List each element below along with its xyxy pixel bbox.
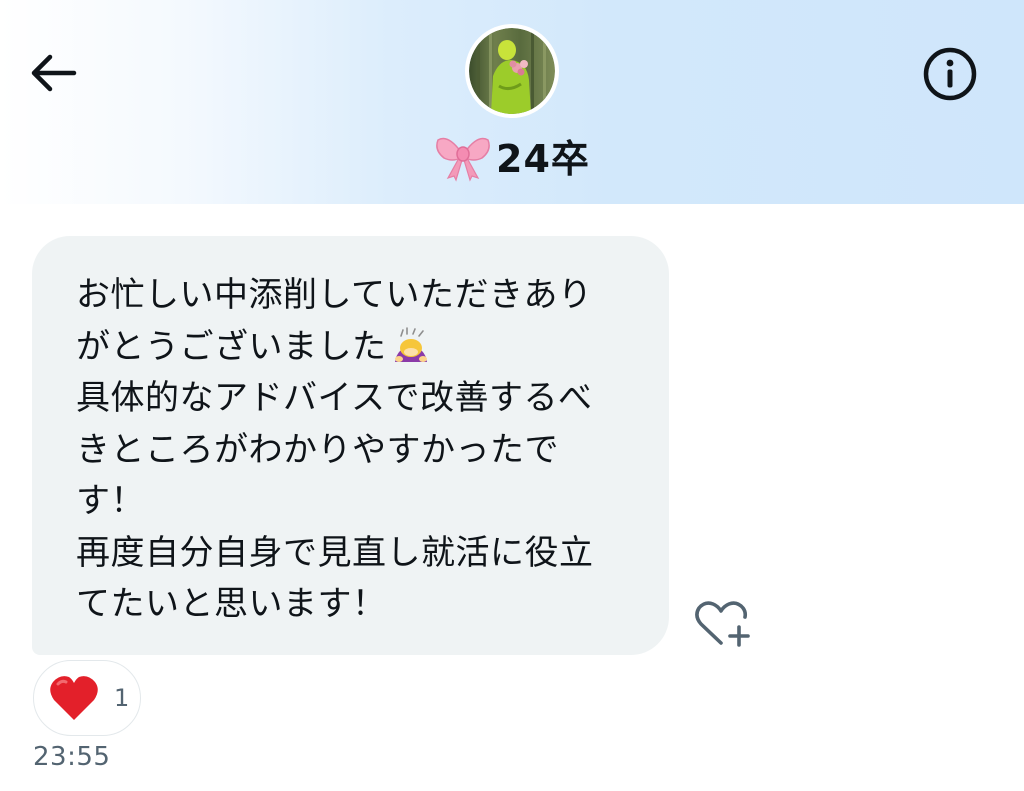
- user-avatar-image: [469, 28, 555, 114]
- conversation-info-button[interactable]: [918, 42, 982, 106]
- message-line: す！: [76, 481, 145, 521]
- message-timestamp: 23:55: [33, 742, 111, 772]
- back-button[interactable]: [22, 44, 84, 102]
- dm-conversation-screen: 24卒 お忙しい中添削していただきあり がとうございました 具体的なアドバイスで…: [0, 0, 1024, 791]
- conversation-header: 24卒: [0, 0, 1024, 204]
- message-line: 再度自分自身で見直し就活に役立: [76, 532, 594, 573]
- message-line: お忙しい中添削していただきあり: [76, 275, 593, 315]
- message-line: がとうございました: [76, 322, 629, 374]
- red-heart-emoji: [50, 676, 98, 720]
- message-line: 具体的なアドバイスで改善するべ: [76, 378, 593, 418]
- conversation-name[interactable]: 24卒: [0, 128, 1024, 183]
- reaction-count: 1: [114, 684, 130, 712]
- info-circle-icon: [923, 47, 977, 101]
- message-bubble[interactable]: お忙しい中添削していただきあり がとうございました 具体的なアドバイスで改善する…: [32, 236, 669, 655]
- person-bowing-emoji: [394, 326, 427, 362]
- heart-plus-icon: [695, 601, 750, 647]
- ribbon-bow-emoji: [436, 137, 490, 182]
- message-line: てたいと思います！: [76, 584, 387, 624]
- avatar[interactable]: [465, 24, 559, 118]
- message-line: きところがわかりやすかったで: [76, 429, 559, 470]
- reaction-pill[interactable]: 1: [33, 660, 141, 736]
- conversation-name-text: 24卒: [496, 137, 590, 181]
- message-line-text: がとうございました: [76, 326, 387, 367]
- add-reaction-button[interactable]: [692, 598, 752, 650]
- arrow-left-icon: [31, 54, 77, 92]
